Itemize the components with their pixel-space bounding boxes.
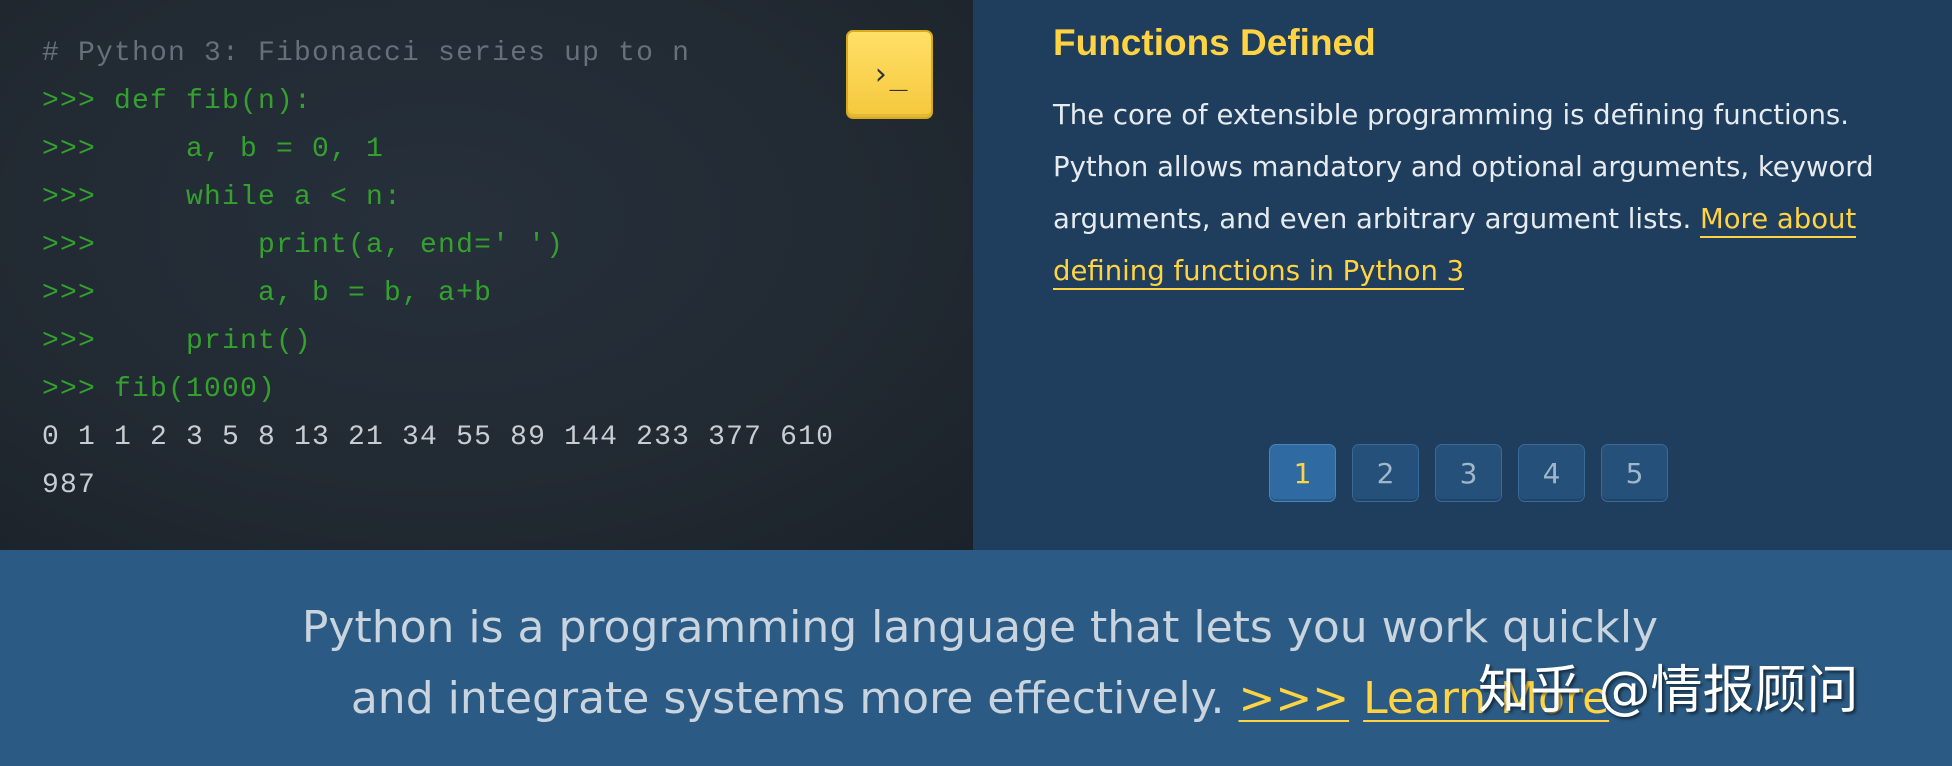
page-button-4[interactable]: 4 — [1518, 444, 1585, 502]
hero-section: # Python 3: Fibonacci series up to n >>>… — [0, 0, 1952, 550]
page-button-2[interactable]: 2 — [1352, 444, 1419, 502]
code-line: >>> while a < n: — [42, 182, 403, 213]
code-line: >>> fib(1000) — [42, 374, 277, 405]
page-button-5[interactable]: 5 — [1601, 444, 1668, 502]
watermark-text: 知乎 @情报顾问 — [1478, 661, 1859, 721]
feature-title: Functions Defined — [1053, 22, 1376, 63]
code-line: >>> def fib(n): — [42, 86, 313, 117]
code-line: >>> a, b = 0, 1 — [42, 134, 385, 165]
page-button-1[interactable]: 1 — [1269, 444, 1336, 502]
code-output-line: 0 1 1 2 3 5 8 13 21 34 55 89 144 233 377… — [42, 422, 835, 453]
feature-description: The core of extensible programming is de… — [1053, 89, 1903, 297]
slide-pagination: 1 2 3 4 5 — [1269, 444, 1668, 502]
launch-shell-button[interactable]: ›_ — [846, 30, 933, 119]
code-line: >>> print() — [42, 326, 313, 357]
code-line: >>> a, b = b, a+b — [42, 278, 493, 309]
code-sample-panel: # Python 3: Fibonacci series up to n >>>… — [0, 0, 973, 550]
page-button-3[interactable]: 3 — [1435, 444, 1502, 502]
terminal-prompt-icon: ›_ — [871, 57, 908, 92]
code-comment-line: # Python 3: Fibonacci series up to n — [42, 38, 691, 69]
code-output-line: 987 — [42, 470, 97, 501]
feature-info-panel: Functions Defined The core of extensible… — [973, 0, 1952, 550]
tagline-line-2-text: and integrate systems more effectively. — [350, 673, 1239, 724]
code-line: >>> print(a, end=' ') — [42, 230, 565, 261]
chevron-right-icon[interactable]: >>> — [1238, 673, 1349, 724]
